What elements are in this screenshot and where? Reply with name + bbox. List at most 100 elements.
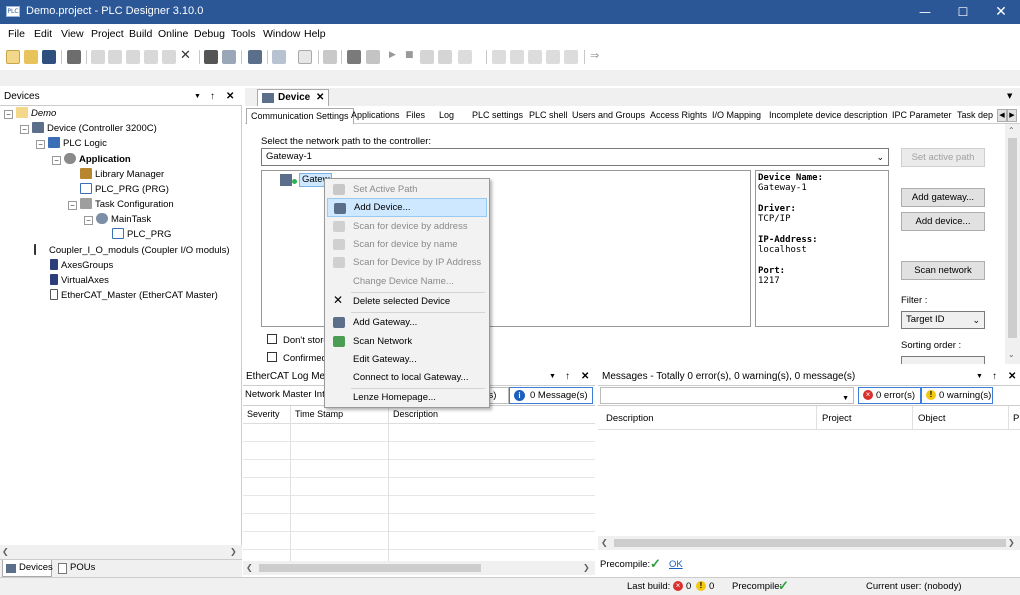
tab-ipc-parameter[interactable]: IPC Parameter xyxy=(888,108,956,124)
tree-node-coupler[interactable]: Coupler_I_O_moduls (Coupler I/O moduls) xyxy=(34,243,230,258)
minimize-button[interactable]: — xyxy=(906,0,944,24)
ethercat-dropdown-icon[interactable]: ▼ xyxy=(549,373,556,380)
messages-close-icon[interactable]: ✕ xyxy=(1008,371,1016,382)
add-object-icon[interactable] xyxy=(272,50,286,64)
tree-node-demo[interactable]: − Demo xyxy=(4,106,56,121)
dont-store-checkbox[interactable]: Don't store xyxy=(267,334,329,346)
tab-plc-settings[interactable]: PLC settings xyxy=(468,108,527,124)
panel-close-icon[interactable]: ✕ xyxy=(226,91,234,102)
step-out-icon[interactable] xyxy=(528,50,542,64)
tree-node-virtualaxes[interactable]: VirtualAxes xyxy=(50,273,109,288)
col-severity[interactable]: Severity xyxy=(247,409,280,419)
menu-help[interactable]: Help xyxy=(304,28,326,40)
open-folder-icon[interactable] xyxy=(24,50,38,64)
tree-node-device[interactable]: − Device (Controller 3200C) xyxy=(20,121,157,136)
menu-item-edit-gateway[interactable]: Edit Gateway... xyxy=(327,350,487,369)
messages-hscrollbar[interactable]: ❮ ❯ xyxy=(598,536,1020,550)
build-icon[interactable] xyxy=(323,50,337,64)
add-device-button[interactable]: Add device... xyxy=(901,212,985,231)
copy-icon[interactable] xyxy=(144,50,158,64)
window-icon[interactable] xyxy=(248,50,262,64)
scroll-left-icon[interactable]: ❮ xyxy=(2,547,9,556)
reset-icon[interactable] xyxy=(420,50,434,64)
step-icon[interactable] xyxy=(458,50,472,64)
menu-item-add-device[interactable]: Add Device... xyxy=(327,198,487,217)
print-icon[interactable] xyxy=(67,50,81,64)
menu-item-scan-by-name[interactable]: Scan for device by name xyxy=(327,235,487,254)
menu-edit[interactable]: Edit xyxy=(34,28,52,40)
menu-item-add-gateway[interactable]: Add Gateway... xyxy=(327,313,487,332)
set-active-path-button[interactable]: Set active path xyxy=(901,148,985,167)
menu-item-change-device-name[interactable]: Change Device Name... xyxy=(327,272,487,291)
menu-window[interactable]: Window xyxy=(263,28,300,40)
tree-node-plc-prg[interactable]: PLC_PRG (PRG) xyxy=(80,182,169,197)
add-gateway-button[interactable]: Add gateway... xyxy=(901,188,985,207)
new-object-icon[interactable] xyxy=(298,50,312,64)
scan-network-button[interactable]: Scan network xyxy=(901,261,985,280)
menu-tools[interactable]: Tools xyxy=(231,28,256,40)
step-over-icon[interactable] xyxy=(492,50,506,64)
menu-item-connect-local-gateway[interactable]: Connect to local Gateway... xyxy=(327,368,487,387)
tree-node-plc-logic[interactable]: − PLC Logic xyxy=(36,136,107,151)
maximize-button[interactable]: ☐ xyxy=(944,0,982,24)
tab-devices[interactable]: Devices xyxy=(2,560,53,577)
start-icon[interactable]: ▶ xyxy=(389,50,403,64)
panel-dropdown-icon[interactable]: ▼ xyxy=(194,93,201,100)
menu-debug[interactable]: Debug xyxy=(194,28,225,40)
doc-dropdown-icon[interactable]: ▼ xyxy=(1007,92,1012,100)
network-master-filter[interactable]: Network Master Inte xyxy=(245,389,330,400)
messages-source-combo[interactable]: ▼ xyxy=(600,387,854,404)
ethercat-pin-icon[interactable]: ↑ xyxy=(565,371,570,382)
tab-io-mapping[interactable]: I/O Mapping xyxy=(708,108,765,124)
tab-files[interactable]: Files xyxy=(402,108,429,124)
tab-task-deployment[interactable]: Task dep xyxy=(953,108,997,124)
menu-item-scan-network[interactable]: Scan Network xyxy=(327,332,487,351)
col-msg-object[interactable]: Object xyxy=(918,413,945,424)
logout-icon[interactable] xyxy=(366,50,380,64)
menu-build[interactable]: Build xyxy=(129,28,152,40)
new-file-icon[interactable] xyxy=(6,50,20,64)
menu-item-scan-by-ip[interactable]: Scan for Device by IP Address xyxy=(327,253,487,272)
breakpoint-icon[interactable] xyxy=(438,50,452,64)
menu-item-lenze-homepage[interactable]: Lenze Homepage... xyxy=(327,388,487,407)
precompile-ok-link[interactable]: OK xyxy=(669,559,683,570)
messages-dropdown-icon[interactable]: ▼ xyxy=(976,373,983,380)
undo-icon[interactable] xyxy=(91,50,105,64)
tree-node-maintask[interactable]: − MainTask xyxy=(84,212,151,227)
tab-communication-settings[interactable]: Communication Settings xyxy=(246,108,354,124)
ethercat-close-icon[interactable]: ✕ xyxy=(581,371,589,382)
paste-icon[interactable] xyxy=(162,50,176,64)
arrow-icon[interactable]: ⇒ xyxy=(590,50,604,64)
delete-icon[interactable]: ✕ xyxy=(180,49,194,64)
replace-icon[interactable] xyxy=(222,50,236,64)
tab-access-rights[interactable]: Access Rights xyxy=(646,108,711,124)
close-button[interactable]: ✕ xyxy=(982,0,1020,24)
tree-node-axesgroups[interactable]: AxesGroups xyxy=(50,258,113,273)
tab-applications[interactable]: Applications xyxy=(347,108,404,124)
messages-filter-button[interactable]: i 0 Message(s) xyxy=(509,387,593,404)
tab-users-groups[interactable]: Users and Groups xyxy=(568,108,649,124)
menu-online[interactable]: Online xyxy=(158,28,188,40)
menu-item-scan-by-address[interactable]: Scan for device by address xyxy=(327,217,487,236)
devices-hscrollbar[interactable]: ❮ ❯ xyxy=(0,545,242,559)
stop-icon[interactable]: ■ xyxy=(405,50,419,64)
step-into-icon[interactable] xyxy=(510,50,524,64)
find-icon[interactable] xyxy=(204,50,218,64)
menu-file[interactable]: File xyxy=(8,28,25,40)
col-msg-position[interactable]: P xyxy=(1013,413,1019,424)
set-next-icon[interactable] xyxy=(564,50,578,64)
tab-log[interactable]: Log xyxy=(435,108,458,124)
menu-view[interactable]: View xyxy=(61,28,84,40)
errors-filter-button[interactable]: × 0 error(s) xyxy=(858,387,921,404)
tabs-scroll-left[interactable]: ◀ xyxy=(997,109,1007,122)
tree-node-plc-prg-call[interactable]: PLC_PRG xyxy=(112,227,171,242)
scroll-right-icon[interactable]: ❯ xyxy=(230,547,237,556)
col-timestamp[interactable]: Time Stamp xyxy=(295,409,343,419)
redo-icon[interactable] xyxy=(108,50,122,64)
col-msg-project[interactable]: Project xyxy=(822,413,852,424)
editor-vscrollbar[interactable]: ⌃ ⌄ xyxy=(1005,124,1020,364)
messages-pin-icon[interactable]: ↑ xyxy=(992,371,997,382)
filter-combo[interactable]: Target ID ⌄ xyxy=(901,311,985,329)
login-icon[interactable] xyxy=(347,50,361,64)
menu-project[interactable]: Project xyxy=(91,28,124,40)
